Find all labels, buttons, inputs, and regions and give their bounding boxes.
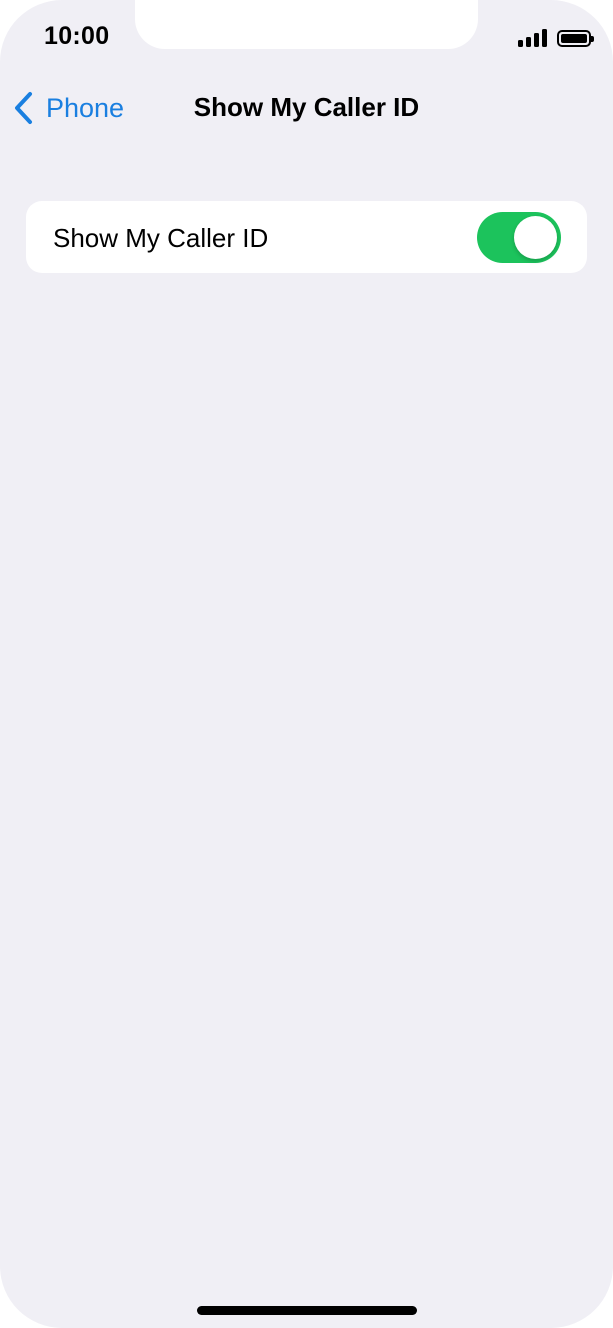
status-time: 10:00 xyxy=(44,22,110,50)
toggle-knob xyxy=(514,216,557,259)
status-icons xyxy=(518,27,594,49)
home-indicator[interactable] xyxy=(197,1306,417,1315)
battery-icon xyxy=(557,29,594,47)
notch xyxy=(135,0,478,49)
battery-fill xyxy=(561,33,587,43)
caller-id-toggle[interactable] xyxy=(477,212,561,263)
phone-screen: 10:00 Phone Show My Caller ID Show My Ca… xyxy=(0,0,613,1328)
settings-group: Show My Caller ID xyxy=(26,201,587,273)
cellular-signal-icon xyxy=(518,29,547,47)
caller-id-label: Show My Caller ID xyxy=(53,223,269,253)
page-title: Show My Caller ID xyxy=(193,92,420,122)
